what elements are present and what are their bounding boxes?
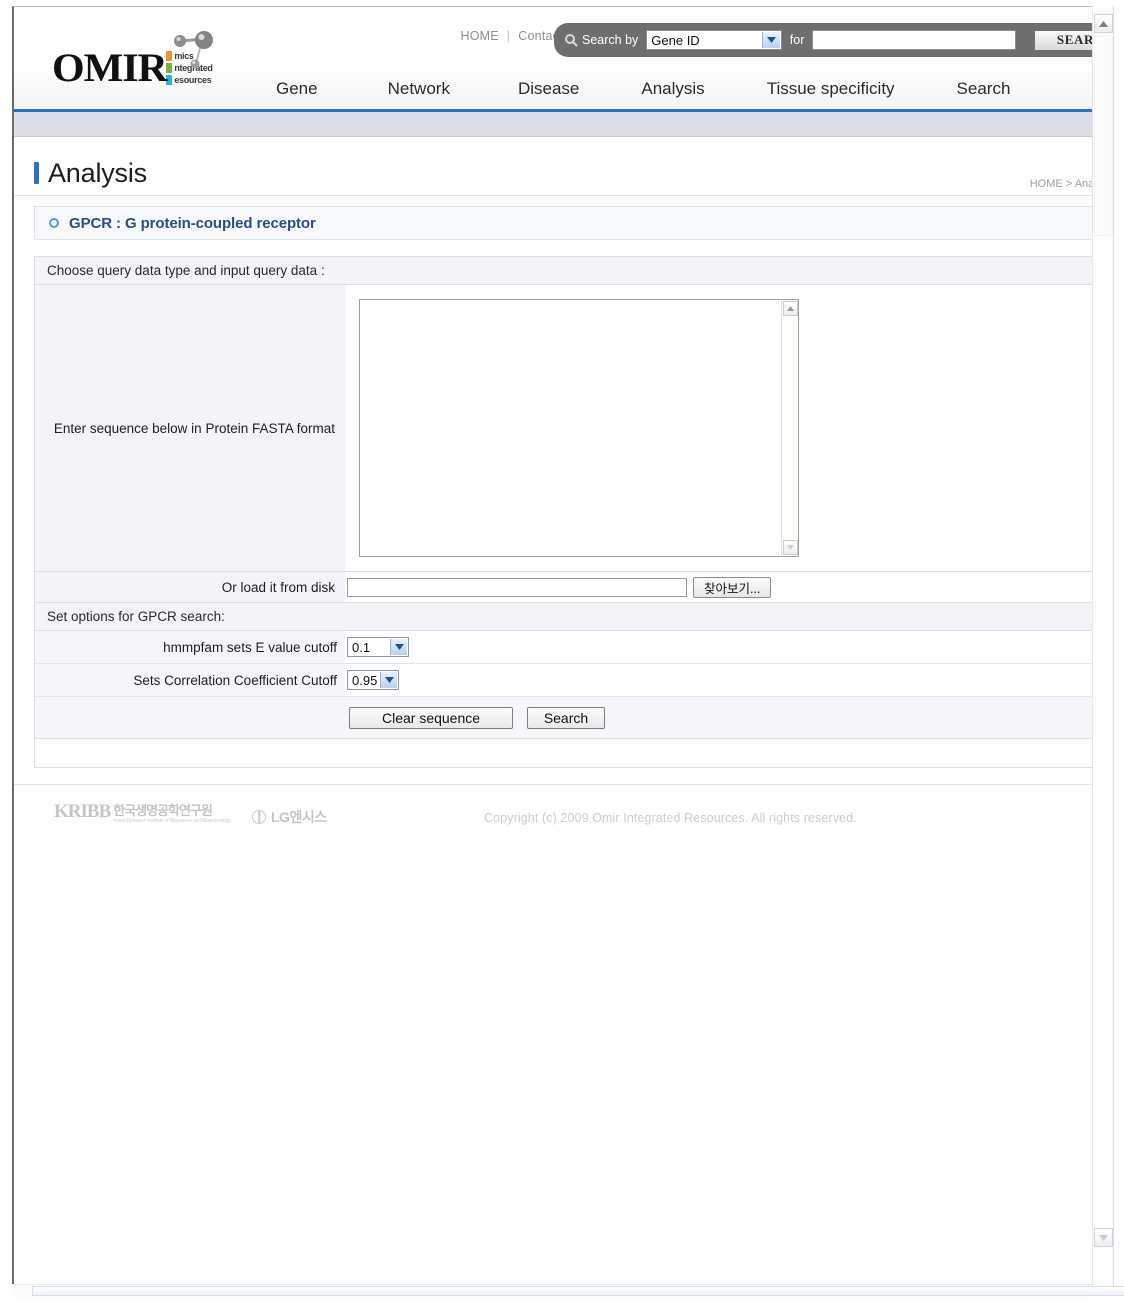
page-title: Analysis	[48, 157, 147, 188]
correlation-field-cell: 0.95	[345, 664, 1092, 696]
correlation-row: Sets Correlation Coefficient Cutoff 0.95	[35, 664, 1092, 697]
breadcrumb-sep-1: >	[1065, 178, 1073, 190]
main-nav: Gene Network Disease Analysis Tissue spe…	[276, 79, 1010, 99]
nav-item-gene[interactable]: Gene	[276, 79, 318, 99]
search-type-select[interactable]: Gene ID	[646, 30, 782, 50]
panel-bottom-edge	[34, 739, 1092, 768]
circle-bullet-icon	[49, 218, 59, 228]
molecule-icon	[174, 31, 213, 69]
horizontal-scrollbar-thumb[interactable]	[32, 1286, 1124, 1296]
search-button[interactable]: SEARCH	[1033, 29, 1092, 51]
chevron-down-icon[interactable]	[390, 639, 407, 655]
sequence-label: Enter sequence below in Protein FASTA fo…	[35, 285, 345, 571]
magnifier-icon	[565, 34, 578, 47]
browser-horizontal-scrollbar[interactable]	[12, 1284, 1124, 1298]
lgns-label: LG엔시스	[271, 809, 327, 825]
scrollbar-thumb[interactable]	[1094, 36, 1113, 236]
evalue-row: hmmpfam sets E value cutoff 0.1	[35, 631, 1092, 664]
breadcrumb-home[interactable]: HOME	[1030, 178, 1063, 190]
scroll-up-icon[interactable]	[783, 301, 798, 316]
sequence-row: Enter sequence below in Protein FASTA fo…	[35, 285, 1092, 572]
correlation-select[interactable]: 0.95	[347, 670, 399, 690]
disk-label: Or load it from disk	[221, 579, 335, 595]
clear-sequence-button[interactable]: Clear sequence	[349, 706, 513, 729]
sequence-textarea-wrapper[interactable]	[359, 299, 799, 557]
globe-icon	[252, 810, 266, 824]
page-title-row: Analysis HOME > Analysis > GPCR	[14, 151, 1092, 196]
options-heading: Set options for GPCR search:	[35, 603, 1092, 631]
title-accent-bar	[34, 162, 39, 184]
site-footer: KRIBB 한국생명공학연구원 Korea Research Institute…	[14, 784, 1092, 881]
page-tail-space	[14, 881, 1092, 1289]
breadcrumb: HOME > Analysis > GPCR	[1030, 178, 1092, 190]
section-title: GPCR : G protein-coupled receptor	[69, 214, 316, 232]
query-data-heading: Choose query data type and input query d…	[35, 257, 1092, 285]
gpcr-query-form: Choose query data type and input query d…	[34, 256, 1092, 739]
form-actions: Clear sequence Search	[35, 697, 1092, 739]
section-header: GPCR : G protein-coupled receptor	[34, 206, 1092, 240]
scroll-up-button[interactable]	[1094, 14, 1113, 33]
browse-button[interactable]: 찾아보기...	[693, 576, 772, 598]
kribb-english-text: Korea Research Institute of Bioscience a…	[113, 818, 231, 824]
browser-window: OMIR mics ntegrated esources	[0, 0, 1124, 1302]
site-header: OMIR mics ntegrated esources	[14, 7, 1092, 112]
evalue-field-cell: 0.1	[345, 631, 1092, 663]
file-path-input[interactable]	[347, 577, 687, 597]
scroll-down-button[interactable]	[1094, 1228, 1113, 1247]
correlation-value: 0.95	[352, 672, 378, 688]
header-subband	[14, 112, 1092, 137]
search-by-label: Search by	[582, 33, 639, 47]
evalue-select[interactable]: 0.1	[347, 637, 409, 657]
nav-item-network[interactable]: Network	[388, 79, 450, 99]
search-input[interactable]	[812, 30, 1016, 50]
kribb-mark-text: KRIBB	[54, 801, 111, 822]
nav-item-tissue-specificity[interactable]: Tissue specificity	[767, 79, 895, 99]
nav-item-search[interactable]: Search	[957, 79, 1011, 99]
breadcrumb-analysis[interactable]: Analysis	[1075, 178, 1092, 190]
textarea-scrollbar[interactable]	[781, 300, 798, 556]
search-type-value: Gene ID	[651, 32, 700, 48]
home-link[interactable]: HOME	[460, 29, 498, 43]
web-page: OMIR mics ntegrated esources	[14, 7, 1092, 1289]
scroll-down-icon[interactable]	[783, 540, 798, 555]
chevron-down-icon[interactable]	[761, 32, 780, 48]
evalue-label: hmmpfam sets E value cutoff	[163, 639, 337, 655]
global-search-bar: Search by Gene ID for SEARCH	[554, 23, 1092, 57]
nav-item-disease[interactable]: Disease	[518, 79, 579, 99]
sequence-field-cell	[345, 285, 1092, 571]
evalue-value: 0.1	[352, 639, 371, 655]
load-from-disk-row: Or load it from disk 찾아보기...	[35, 572, 1092, 603]
logo-wordmark: OMIR	[52, 45, 168, 90]
content-area: Analysis HOME > Analysis > GPCR GPCR : G…	[14, 151, 1092, 1289]
search-submit-button[interactable]: Search	[527, 706, 605, 729]
kribb-logo: KRIBB 한국생명공학연구원 Korea Research Institute…	[54, 801, 231, 825]
search-for-label: for	[789, 33, 805, 47]
correlation-label: Sets Correlation Coefficient Cutoff	[133, 672, 337, 688]
browser-vertical-scrollbar[interactable]	[1092, 6, 1114, 1289]
kribb-korean-text: 한국생명공학연구원	[113, 803, 213, 818]
disk-field-cell: 찾아보기...	[345, 572, 1092, 602]
chevron-down-icon[interactable]	[380, 672, 397, 688]
page-viewport: OMIR mics ntegrated esources	[12, 6, 1092, 1289]
copyright-text: Copyright (c) 2009 Omir Integrated Resou…	[484, 811, 857, 825]
lgns-logo: LG엔시스	[252, 807, 327, 827]
top-links-separator: |	[506, 29, 511, 43]
nav-item-analysis[interactable]: Analysis	[641, 79, 704, 99]
